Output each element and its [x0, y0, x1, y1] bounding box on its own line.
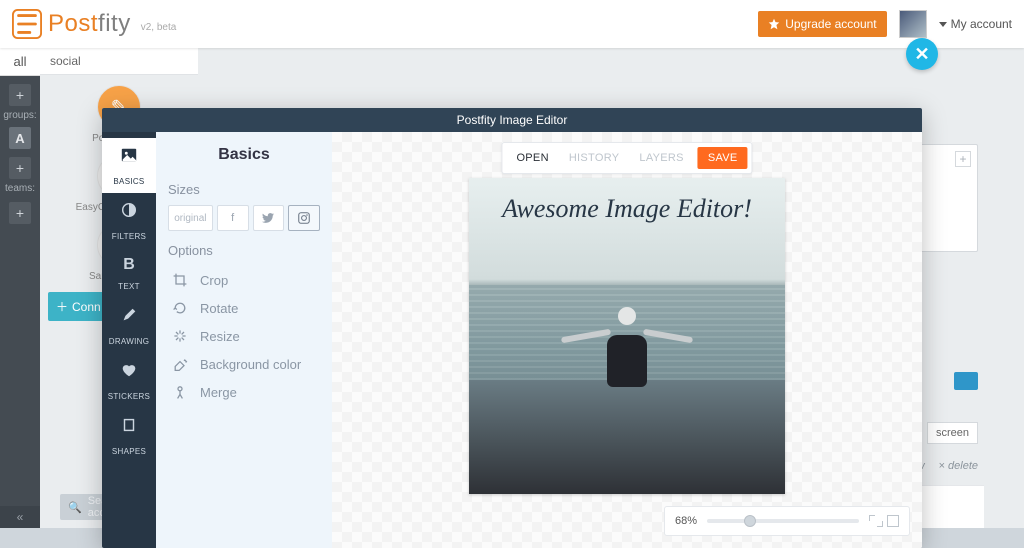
twitter-icon — [262, 212, 274, 224]
canvas-caption: Awesome Image Editor! — [469, 194, 785, 224]
resize-icon — [172, 328, 188, 344]
close-button[interactable]: ✕ — [906, 38, 938, 70]
size-facebook[interactable]: f — [217, 205, 249, 231]
instagram-icon — [298, 212, 310, 224]
merge-icon — [172, 384, 188, 400]
tool-text[interactable]: B TEXT — [102, 248, 156, 298]
modal-title: Postfity Image Editor — [102, 108, 922, 132]
tool-shapes[interactable]: SHAPES — [102, 408, 156, 463]
tab-open[interactable]: OPEN — [506, 147, 558, 169]
crop-icon — [172, 272, 188, 288]
panel-title: Basics — [168, 146, 320, 164]
editor-tabbar: OPEN HISTORY LAYERS SAVE — [501, 142, 752, 174]
save-button[interactable]: SAVE — [698, 147, 748, 169]
fit-icon[interactable] — [869, 515, 883, 527]
tool-filters[interactable]: FILTERS — [102, 193, 156, 248]
canvas-image[interactable]: Awesome Image Editor! — [469, 178, 785, 494]
size-instagram[interactable] — [288, 205, 320, 231]
options-heading: Options — [168, 243, 320, 258]
tool-drawing[interactable]: DRAWING — [102, 298, 156, 353]
opt-resize[interactable]: Resize — [168, 322, 320, 350]
editor-side-panel: Basics Sizes original f Options Crop Rot… — [156, 132, 332, 548]
brush-icon — [102, 306, 156, 329]
zoom-value: 68% — [675, 515, 697, 527]
heart-icon — [102, 361, 156, 384]
rotate-icon — [172, 300, 188, 316]
rect-icon — [102, 416, 156, 439]
zoom-bar: 68% — [664, 506, 910, 536]
tool-stickers[interactable]: STICKERS — [102, 353, 156, 408]
tab-history[interactable]: HISTORY — [559, 147, 630, 169]
fill-icon — [172, 356, 188, 372]
image-icon — [102, 146, 156, 169]
fullscreen-icon[interactable] — [887, 515, 899, 527]
tool-basics[interactable]: BASICS — [102, 138, 156, 193]
zoom-handle[interactable] — [744, 515, 756, 527]
contrast-icon — [102, 201, 156, 224]
image-editor-modal: Postfity Image Editor BASICS FILTERS B T… — [102, 108, 922, 548]
zoom-slider[interactable] — [707, 519, 859, 523]
opt-rotate[interactable]: Rotate — [168, 294, 320, 322]
opt-crop[interactable]: Crop — [168, 266, 320, 294]
editor-canvas-area: OPEN HISTORY LAYERS SAVE Awesome Image E… — [332, 132, 922, 548]
sizes-heading: Sizes — [168, 182, 320, 197]
editor-toolbar: BASICS FILTERS B TEXT DRAWING STICKERS — [102, 132, 156, 548]
opt-bgcolor[interactable]: Background color — [168, 350, 320, 378]
size-twitter[interactable] — [253, 205, 285, 231]
size-original[interactable]: original — [168, 205, 213, 231]
tab-layers[interactable]: LAYERS — [629, 147, 693, 169]
facebook-icon: f — [231, 212, 234, 224]
opt-merge[interactable]: Merge — [168, 378, 320, 406]
bold-icon: B — [102, 256, 156, 274]
